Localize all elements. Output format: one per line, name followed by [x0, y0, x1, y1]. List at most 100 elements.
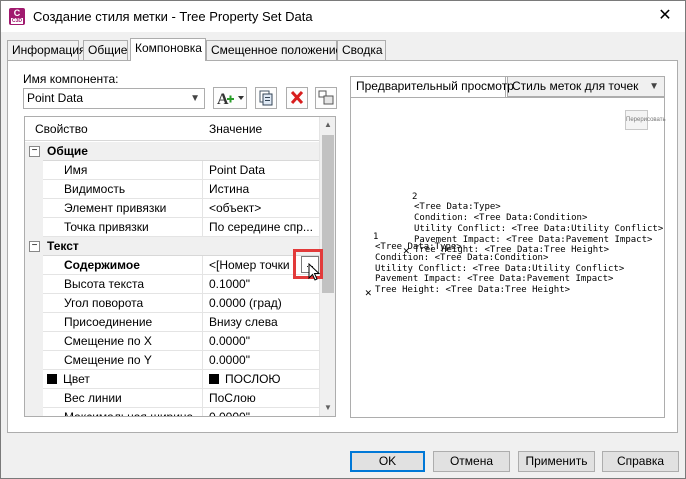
- table-row[interactable]: Видимость Истина: [25, 180, 320, 199]
- scroll-down-icon[interactable]: ▼: [320, 400, 335, 416]
- property-name: Максимальная ширина: [43, 408, 202, 416]
- category-text[interactable]: − Текст: [25, 237, 320, 256]
- delete-component-button[interactable]: [286, 87, 308, 109]
- component-name-value: Point Data: [27, 91, 84, 105]
- cancel-button[interactable]: Отмена: [433, 451, 510, 472]
- close-icon[interactable]: ✕: [653, 5, 677, 27]
- collapse-icon[interactable]: −: [29, 146, 40, 157]
- property-value-color[interactable]: ПОСЛОЮ: [202, 370, 320, 389]
- property-value[interactable]: 0.0000": [202, 351, 320, 370]
- property-name: Содержимое: [43, 256, 202, 275]
- category-value-empty: [202, 142, 320, 161]
- property-name: Точка привязки: [43, 218, 202, 237]
- property-name: Цвет: [63, 372, 90, 386]
- tab-general[interactable]: Общие: [83, 40, 128, 60]
- table-row[interactable]: Присоединение Внизу слева: [25, 313, 320, 332]
- ok-button[interactable]: OK: [350, 451, 425, 472]
- property-name: Вес линии: [43, 389, 202, 408]
- preview-label1-line: Utility Conflict: <Tree Data:Utility Con…: [375, 264, 625, 274]
- color-swatch-icon: [209, 374, 219, 384]
- scroll-up-icon[interactable]: ▲: [320, 117, 335, 133]
- draw-order-button[interactable]: [315, 87, 337, 109]
- table-row[interactable]: Смещение по Y 0.0000": [25, 351, 320, 370]
- table-row-color[interactable]: Цвет ПОСЛОЮ: [25, 370, 320, 389]
- property-name: Высота текста: [43, 275, 202, 294]
- tab-summary[interactable]: Сводка: [337, 40, 386, 60]
- column-property-header: Свойство: [35, 122, 88, 136]
- tab-layout[interactable]: Компоновка: [130, 38, 206, 61]
- color-swatch-icon: [47, 374, 57, 384]
- redraw-button-label: Перерисовать: [626, 117, 666, 123]
- preview-label1-line: Condition: <Tree Data:Condition>: [375, 253, 549, 263]
- component-name-label: Имя компонента:: [23, 72, 119, 86]
- property-value[interactable]: По середине спр...: [202, 218, 320, 237]
- add-component-button[interactable]: A: [213, 87, 247, 109]
- property-value[interactable]: Point Data: [202, 161, 320, 180]
- property-name: Присоединение: [43, 313, 202, 332]
- property-value[interactable]: 0.0000 (град): [202, 294, 320, 313]
- preview-divider: [350, 97, 665, 98]
- preview-label1-number: 1: [373, 232, 379, 242]
- preview-label2-line: Condition: <Tree Data:Condition>: [414, 213, 588, 223]
- draw-order-icon: [318, 90, 334, 105]
- property-value[interactable]: Истина: [202, 180, 320, 199]
- property-value[interactable]: ПоСлою: [202, 389, 320, 408]
- preview-tab[interactable]: Предварительный просмотр: [350, 76, 514, 97]
- preview-label1-line: <Tree Data:Type>: [375, 242, 462, 252]
- column-value-header: Значение: [209, 122, 263, 136]
- preview-style-value: Стиль меток для точек: [512, 79, 639, 93]
- apply-button[interactable]: Применить: [518, 451, 595, 472]
- collapse-icon[interactable]: −: [29, 241, 40, 252]
- property-name: Смещение по X: [43, 332, 202, 351]
- table-row[interactable]: Точка привязки По середине спр...: [25, 218, 320, 237]
- category-label: Общие: [43, 142, 202, 161]
- chevron-down-icon: ▼: [649, 81, 659, 92]
- property-name-color: Цвет: [43, 370, 202, 389]
- app-icon-letter: C: [13, 8, 21, 18]
- copy-component-icon: [259, 90, 273, 106]
- tab-dragged-state[interactable]: Смещенное положение: [206, 40, 342, 60]
- table-row[interactable]: Угол поворота 0.0000 (град): [25, 294, 320, 313]
- preview-label1-line: Pavement Impact: <Tree Data:Pavement Imp…: [375, 274, 614, 284]
- copy-component-button[interactable]: [255, 87, 277, 109]
- property-grid: Свойство Значение − Общие Имя Point Data…: [24, 116, 336, 417]
- property-name: Имя: [43, 161, 202, 180]
- preview-label1-line: Tree Height: <Tree Data:Tree Height>: [375, 285, 571, 295]
- table-row[interactable]: Смещение по X 0.0000": [25, 332, 320, 351]
- redraw-button[interactable]: Перерисовать: [625, 110, 666, 130]
- grid-header: Свойство Значение: [25, 117, 320, 141]
- property-value[interactable]: 0.0000": [202, 332, 320, 351]
- delete-icon: [290, 90, 304, 105]
- table-row[interactable]: Максимальная ширина 0.0000": [25, 408, 320, 416]
- property-name: Элемент привязки: [43, 199, 202, 218]
- property-value[interactable]: <объект>: [202, 199, 320, 218]
- property-value[interactable]: Внизу слева: [202, 313, 320, 332]
- preview-label2-line: Utility Conflict: <Tree Data:Utility Con…: [414, 224, 664, 234]
- mouse-cursor-icon: [308, 263, 321, 281]
- dialog-window: C C3D Создание стиля метки - Tree Proper…: [0, 0, 686, 479]
- app-icon-sub: C3D: [11, 18, 23, 24]
- table-row[interactable]: Имя Point Data: [25, 161, 320, 180]
- preview-label2-number: 2: [412, 192, 418, 202]
- window-title: Создание стиля метки - Tree Property Set…: [33, 9, 313, 24]
- title-bar: C C3D Создание стиля метки - Tree Proper…: [1, 1, 685, 32]
- preview-style-dropdown[interactable]: Стиль меток для точек ▼: [507, 76, 665, 97]
- component-name-dropdown[interactable]: Point Data ▼: [23, 88, 205, 109]
- preview-label2-line: <Tree Data:Type>: [414, 202, 501, 212]
- property-name: Угол поворота: [43, 294, 202, 313]
- property-name: Видимость: [43, 180, 202, 199]
- point-marker-icon: ✕: [365, 286, 372, 299]
- table-row[interactable]: Вес линии ПоСлою: [25, 389, 320, 408]
- help-button[interactable]: Справка: [602, 451, 679, 472]
- property-value[interactable]: 0.0000": [202, 408, 320, 416]
- table-row[interactable]: Элемент привязки <объект>: [25, 199, 320, 218]
- table-row[interactable]: Высота текста 0.1000": [25, 275, 320, 294]
- property-name: Смещение по Y: [43, 351, 202, 370]
- table-row-contents[interactable]: Содержимое <[Номер точки: [25, 256, 320, 275]
- property-value: ПОСЛОЮ: [225, 372, 281, 386]
- category-label: Текст: [43, 237, 202, 256]
- category-general[interactable]: − Общие: [25, 142, 320, 161]
- scroll-thumb[interactable]: [322, 135, 334, 293]
- civil3d-app-icon: C C3D: [9, 8, 25, 25]
- tab-info[interactable]: Информация: [7, 40, 85, 60]
